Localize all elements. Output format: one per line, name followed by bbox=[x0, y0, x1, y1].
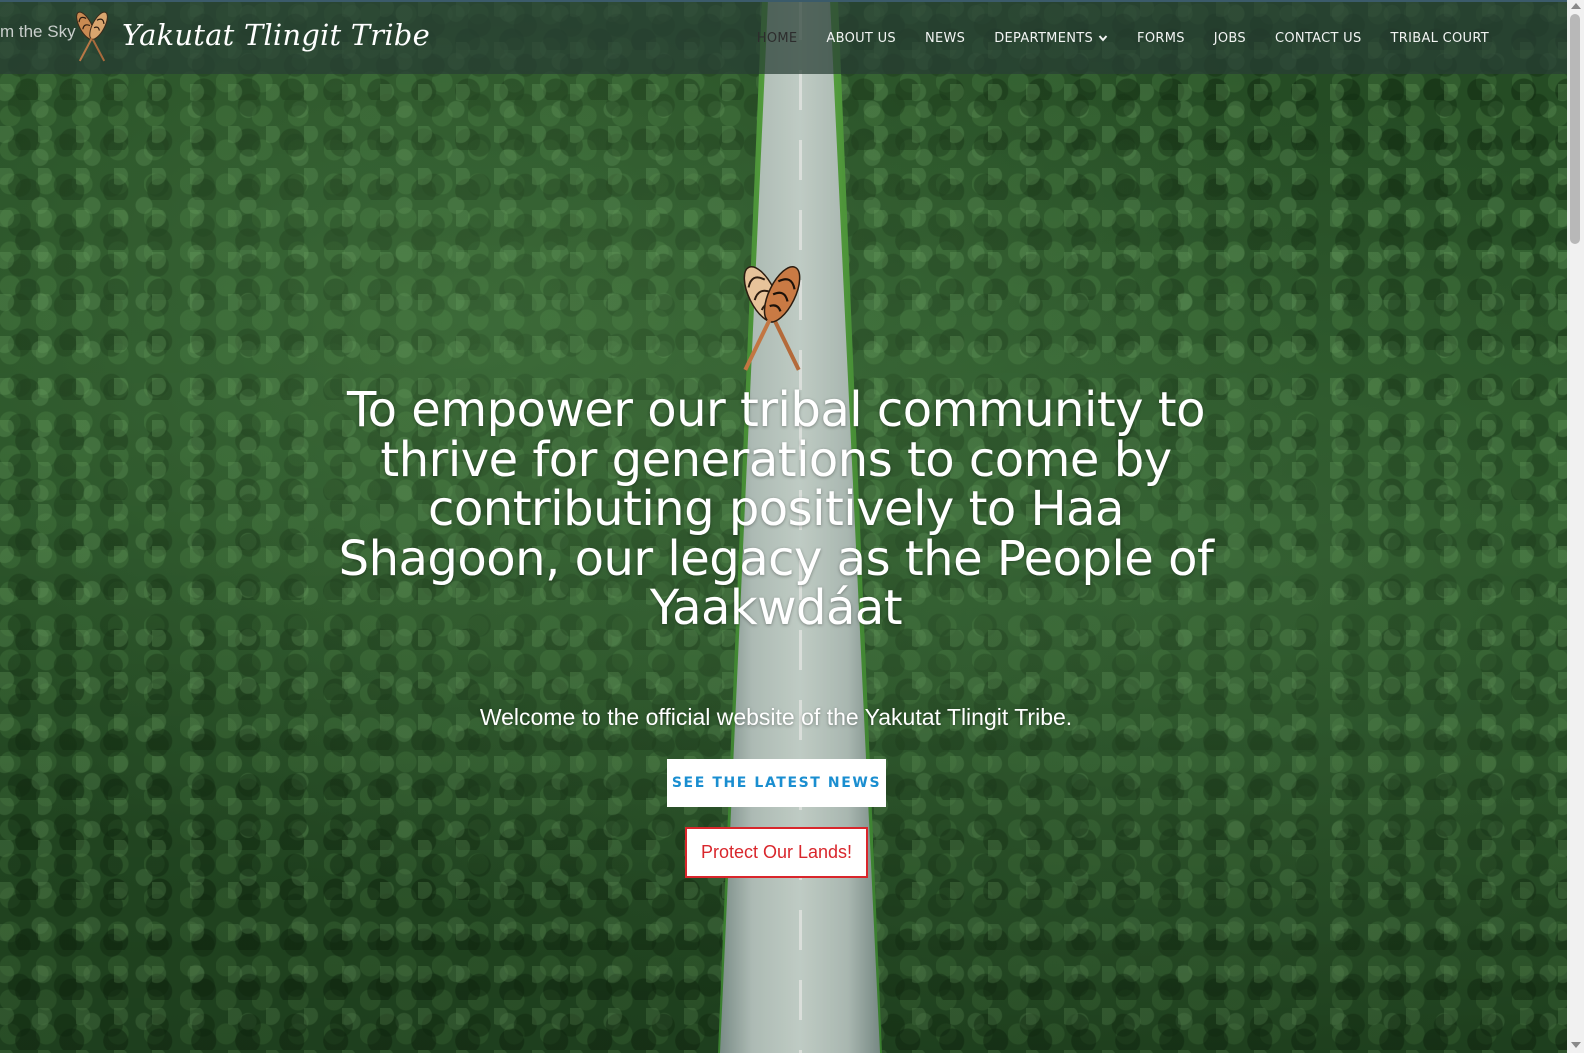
main-nav: HOME ABOUT US NEWS DEPARTMENTS FORMS JOB… bbox=[728, 2, 1489, 74]
chevron-down-icon bbox=[1098, 35, 1108, 42]
scroll-up-arrow-icon[interactable] bbox=[1571, 3, 1581, 9]
crossed-paddles-icon bbox=[743, 266, 801, 371]
vertical-scrollbar[interactable] bbox=[1567, 0, 1584, 1053]
site-title[interactable]: Yakutat Tlingit Tribe bbox=[122, 18, 430, 52]
nav-forms[interactable]: FORMS bbox=[1137, 31, 1185, 46]
nav-home[interactable]: HOME bbox=[757, 31, 798, 46]
protect-our-lands-button[interactable]: Protect Our Lands! bbox=[685, 827, 868, 878]
nav-tribal-court[interactable]: TRIBAL COURT bbox=[1391, 31, 1489, 46]
nav-news[interactable]: NEWS bbox=[925, 31, 965, 46]
nav-departments[interactable]: DEPARTMENTS bbox=[994, 31, 1108, 46]
nav-contact-us[interactable]: CONTACT US bbox=[1275, 31, 1362, 46]
crossed-paddles-icon[interactable] bbox=[72, 8, 112, 68]
nav-departments-label: DEPARTMENTS bbox=[994, 30, 1094, 46]
nav-about-us[interactable]: ABOUT US bbox=[826, 31, 896, 46]
see-latest-news-button[interactable]: SEE THE LATEST NEWS bbox=[667, 759, 886, 807]
welcome-text: Welcome to the official website of the Y… bbox=[479, 704, 1073, 730]
scrollbar-thumb[interactable] bbox=[1570, 14, 1580, 244]
mission-statement: To empower our tribal community to thriv… bbox=[338, 382, 1214, 636]
site-header: m the Sky Yakutat Tlingit Tribe HOME ABO… bbox=[0, 0, 1567, 74]
scroll-down-arrow-icon[interactable] bbox=[1571, 1042, 1581, 1048]
nav-jobs[interactable]: JOBS bbox=[1214, 31, 1246, 46]
marquee-text: m the Sky bbox=[0, 22, 76, 41]
